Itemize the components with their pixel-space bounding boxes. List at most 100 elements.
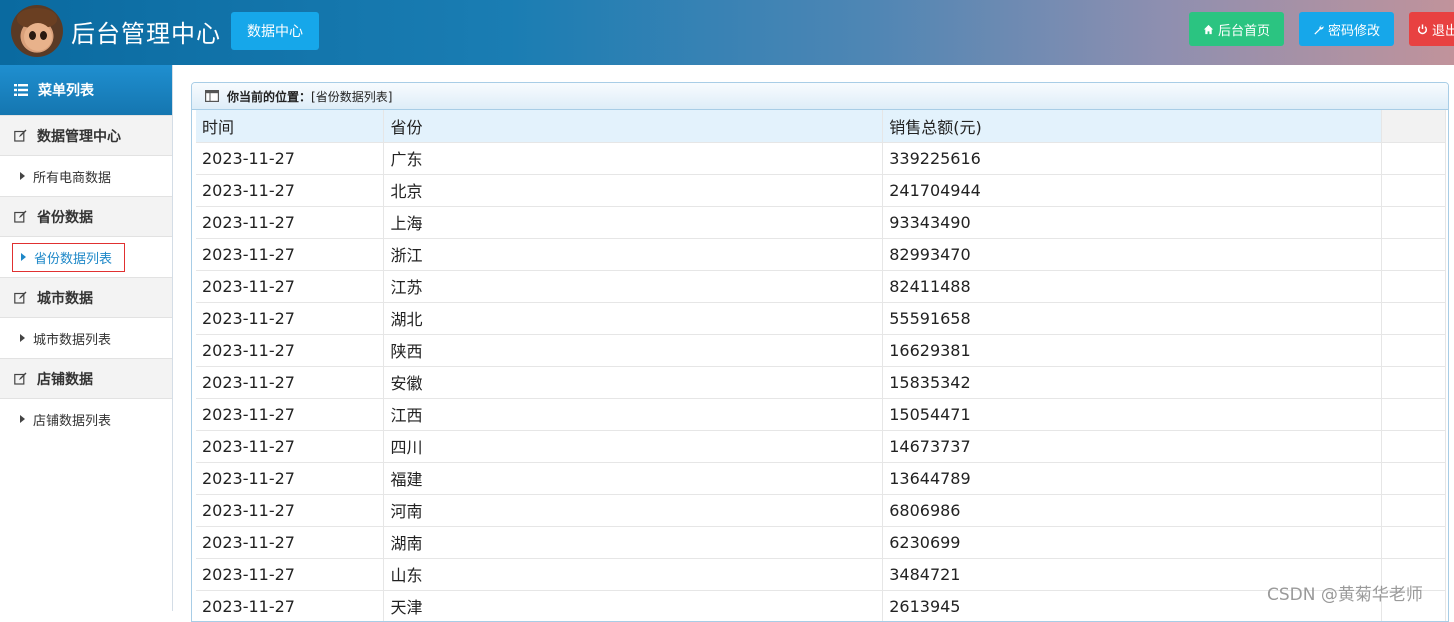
logout-button[interactable]: 退出: [1409, 12, 1454, 46]
table-body: 2023-11-27 广东 339225616 2023-11-27 北京 2417049…: [196, 142, 1446, 621]
sidebar-item-store-data-list[interactable]: 店铺数据列表: [0, 399, 172, 439]
menu-list-title: 菜单列表: [38, 83, 94, 99]
edit-icon: [14, 372, 27, 385]
edit-icon: [14, 291, 27, 304]
cell-time: 2023-11-27: [196, 270, 385, 303]
cell-sales-total: 16629381: [882, 334, 1383, 367]
cell-blank: [1381, 174, 1446, 207]
table-row: 2023-11-27 上海 93343490: [196, 206, 1446, 239]
home-button[interactable]: 后台首页: [1189, 12, 1284, 46]
table-row: 2023-11-27 广东 339225616: [196, 142, 1446, 175]
cell-sales-total: 339225616: [882, 142, 1383, 175]
cell-blank: [1381, 334, 1446, 367]
cell-sales-total: 13644789: [882, 462, 1383, 495]
cell-time: 2023-11-27: [196, 142, 385, 175]
cell-blank: [1381, 238, 1446, 271]
table-row: 2023-11-27 天津 2613945: [196, 590, 1446, 621]
cell-province: 福建: [383, 462, 884, 495]
column-header-time: 时间: [196, 110, 385, 143]
column-header-blank: [1381, 110, 1446, 143]
table-row: 2023-11-27 湖北 55591658: [196, 302, 1446, 335]
cell-time: 2023-11-27: [196, 174, 385, 207]
cell-province: 上海: [383, 206, 884, 239]
table-row: 2023-11-27 陕西 16629381: [196, 334, 1446, 367]
watermark: CSDN @黄菊华老师: [1267, 585, 1423, 605]
sidebar-item-city-data-list[interactable]: 城市数据列表: [0, 318, 172, 358]
home-button-label: 后台首页: [1217, 23, 1270, 39]
cell-sales-total: 15054471: [882, 398, 1383, 431]
breadcrumb-path: [省份数据列表]: [311, 89, 393, 104]
cell-time: 2023-11-27: [196, 334, 385, 367]
cell-province: 山东: [383, 558, 884, 591]
cell-blank: [1381, 462, 1446, 495]
sidebar-group-store-data[interactable]: 店铺数据: [0, 358, 172, 399]
sidebar-group-label: 数据管理中心: [37, 128, 121, 145]
cell-sales-total: 14673737: [882, 430, 1383, 463]
cell-blank: [1381, 270, 1446, 303]
column-header-sales-total: 销售总额(元): [882, 110, 1383, 143]
cell-province: 天津: [383, 590, 884, 621]
cell-time: 2023-11-27: [196, 494, 385, 527]
caret-right-icon: [20, 334, 25, 342]
sidebar-item-label: 城市数据列表: [33, 332, 112, 348]
table-row: 2023-11-27 福建 13644789: [196, 462, 1446, 495]
cell-sales-total: 93343490: [882, 206, 1383, 239]
cell-blank: [1381, 398, 1446, 431]
cell-province: 湖北: [383, 302, 884, 335]
caret-right-icon: [21, 253, 26, 261]
cell-time: 2023-11-27: [196, 462, 385, 495]
cell-sales-total: 15835342: [882, 366, 1383, 399]
cell-sales-total: 241704944: [882, 174, 1383, 207]
sidebar-group-province-data[interactable]: 省份数据: [0, 196, 172, 237]
sidebar: 菜单列表 数据管理中心 所有电商数据 省份数据 省份数据列表 城市数据 城市数据…: [0, 65, 173, 611]
password-change-button[interactable]: 密码修改: [1299, 12, 1394, 46]
cell-province: 四川: [383, 430, 884, 463]
cell-province: 北京: [383, 174, 884, 207]
sidebar-group-label: 省份数据: [37, 209, 93, 226]
sidebar-item-all-ecommerce-data[interactable]: 所有电商数据: [0, 156, 172, 196]
cell-time: 2023-11-27: [196, 398, 385, 431]
cell-time: 2023-11-27: [196, 526, 385, 559]
edit-icon: [14, 129, 27, 142]
cell-sales-total: 6806986: [882, 494, 1383, 527]
cell-time: 2023-11-27: [196, 206, 385, 239]
cell-blank: [1381, 206, 1446, 239]
logout-button-label: 退出: [1432, 23, 1454, 39]
list-icon: [14, 84, 28, 96]
cell-blank: [1381, 366, 1446, 399]
cell-province: 安徽: [383, 366, 884, 399]
table-row: 2023-11-27 江西 15054471: [196, 398, 1446, 431]
window-icon: [205, 90, 219, 102]
cell-province: 江苏: [383, 270, 884, 303]
cell-blank: [1381, 430, 1446, 463]
table-row: 2023-11-27 河南 6806986: [196, 494, 1446, 527]
cell-blank: [1381, 494, 1446, 527]
cell-time: 2023-11-27: [196, 302, 385, 335]
table-row: 2023-11-27 四川 14673737: [196, 430, 1446, 463]
sidebar-item-label: 店铺数据列表: [33, 413, 112, 429]
column-header-province: 省份: [383, 110, 884, 143]
cell-province: 浙江: [383, 238, 884, 271]
cell-sales-total: 82411488: [882, 270, 1383, 303]
breadcrumb: 你当前的位置： [省份数据列表]: [192, 83, 1448, 110]
cell-province: 江西: [383, 398, 884, 431]
cell-time: 2023-11-27: [196, 366, 385, 399]
cell-blank: [1381, 526, 1446, 559]
table-row: 2023-11-27 江苏 82411488: [196, 270, 1446, 303]
cell-province: 陕西: [383, 334, 884, 367]
power-icon: [1417, 23, 1428, 34]
cell-sales-total: 55591658: [882, 302, 1383, 335]
sidebar-group-city-data[interactable]: 城市数据: [0, 277, 172, 318]
cell-province: 河南: [383, 494, 884, 527]
cell-blank: [1381, 302, 1446, 335]
breadcrumb-prefix: 你当前的位置：: [227, 89, 312, 104]
home-icon: [1203, 24, 1214, 34]
cell-province: 湖南: [383, 526, 884, 559]
sidebar-item-province-data-list[interactable]: 省份数据列表: [0, 237, 172, 277]
data-center-button[interactable]: 数据中心: [231, 12, 319, 50]
top-header: 后台管理中心 数据中心 后台首页 密码修改 退出: [0, 0, 1454, 65]
sidebar-group-data-management[interactable]: 数据管理中心: [0, 115, 172, 156]
cell-province: 广东: [383, 142, 884, 175]
table-row: 2023-11-27 安徽 15835342: [196, 366, 1446, 399]
edit-icon: [14, 210, 27, 223]
